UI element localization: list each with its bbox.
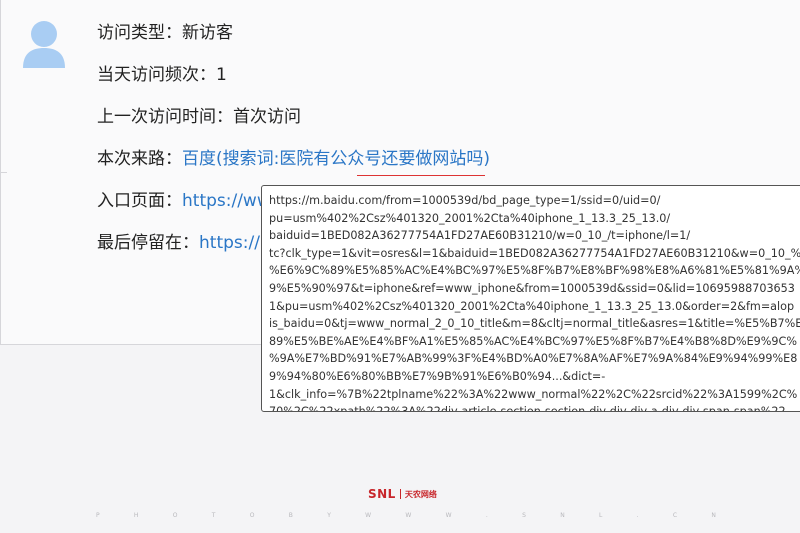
- source-underline: [357, 175, 485, 176]
- tooltip-line: is_baidu=0&tj=www_normal_2_0_10_title&m=…: [269, 317, 800, 331]
- tooltip-line: %E6%9C%89%E5%85%AC%E4%BC%97%E5%8F%B7%E8%…: [269, 264, 800, 278]
- visit-frequency-label: 当天访问频次：: [97, 65, 216, 85]
- watermark-letter: H: [133, 512, 139, 519]
- tooltip-line: baiduid=1BED082A36277754A1FD27AE60B31210…: [269, 229, 691, 243]
- watermark-letter: .: [485, 512, 488, 519]
- divider: [1, 172, 7, 173]
- last-stay-row: 最后停留在：https://: [97, 232, 260, 254]
- visit-type-value: 新访客: [182, 23, 233, 43]
- watermark-url: P H O T O B Y W W W . S N L . C N: [96, 512, 716, 519]
- tooltip-line: 89%E5%BE%AE%E4%BF%A1%E5%85%AC%E4%BC%97%E…: [269, 334, 797, 348]
- last-stay-label: 最后停留在：: [97, 233, 199, 253]
- watermark-letter: T: [211, 512, 216, 519]
- watermark-letter: N: [560, 512, 565, 519]
- brand-separator: [399, 489, 401, 499]
- entry-page-link[interactable]: https://ww: [182, 191, 271, 211]
- watermark-letter: S: [522, 512, 526, 519]
- visit-frequency-value: 1: [216, 65, 227, 85]
- tooltip-line: 1&pu=usm%402%2Csz%401320_2001%2Cta%40iph…: [269, 299, 795, 313]
- tooltip-line: 9%E5%90%97&t=iphone&ref=www_iphone&from=…: [269, 281, 795, 295]
- watermark-letter: L: [598, 512, 603, 519]
- source-row: 本次来路：百度(搜索词:医院有公众号还要做网站吗): [97, 148, 490, 170]
- watermark-letter: C: [672, 512, 678, 519]
- tooltip-line: 1&clk_info=%7B%22tplname%22%3A%22www_nor…: [269, 387, 798, 401]
- tooltip-line: pu=usm%402%2Csz%401320_2001%2Cta%40iphon…: [269, 211, 671, 225]
- watermark-letter: P: [96, 512, 100, 519]
- watermark-letter: W: [405, 512, 412, 519]
- watermark-letter: N: [711, 512, 716, 519]
- watermark-letter: B: [288, 512, 293, 519]
- last-stay-link[interactable]: https://: [199, 233, 260, 253]
- entry-page-label: 入口页面：: [97, 191, 182, 211]
- last-visit-value: 首次访问: [233, 107, 301, 127]
- watermark-letter: O: [172, 512, 178, 519]
- watermark-letter: W: [365, 512, 372, 519]
- watermark-letter: .: [636, 512, 639, 519]
- brand-chinese: 天农网络: [404, 489, 437, 499]
- avatar-icon: [23, 21, 65, 68]
- visit-type-label: 访问类型：: [97, 23, 182, 43]
- tooltip-line: 70%2C%22xpath%22%3A%22div-article-sectio…: [269, 405, 786, 412]
- source-link[interactable]: 百度(搜索词:医院有公众号还要做网站吗): [182, 149, 490, 169]
- watermark-letter: O: [249, 512, 255, 519]
- source-label: 本次来路：: [97, 149, 182, 169]
- brand-latin: SNL: [368, 487, 396, 501]
- url-tooltip: https://m.baidu.com/from=1000539d/bd_pag…: [261, 185, 800, 412]
- watermark-letter: Y: [327, 512, 331, 519]
- watermark-logo: SNL 天农网络: [368, 487, 437, 501]
- tooltip-line: 9%94%80%E6%80%BB%E7%9B%91%E6%B0%94...&di…: [269, 369, 606, 383]
- last-visit-row: 上一次访问时间：首次访问: [97, 106, 301, 128]
- tooltip-line: https://m.baidu.com/from=1000539d/bd_pag…: [269, 194, 661, 207]
- watermark-letter: W: [445, 512, 452, 519]
- tooltip-line: %9A%E7%BD%91%E7%AB%99%3F%E4%BD%A0%E7%8A%…: [269, 352, 798, 366]
- last-visit-label: 上一次访问时间：: [97, 107, 233, 127]
- visit-frequency-row: 当天访问频次：1: [97, 64, 227, 86]
- entry-page-row: 入口页面：https://ww: [97, 190, 271, 212]
- visit-type-row: 访问类型：新访客: [97, 22, 233, 44]
- tooltip-line: tc?clk_type=1&vit=osres&l=1&baiduid=1BED…: [269, 246, 800, 260]
